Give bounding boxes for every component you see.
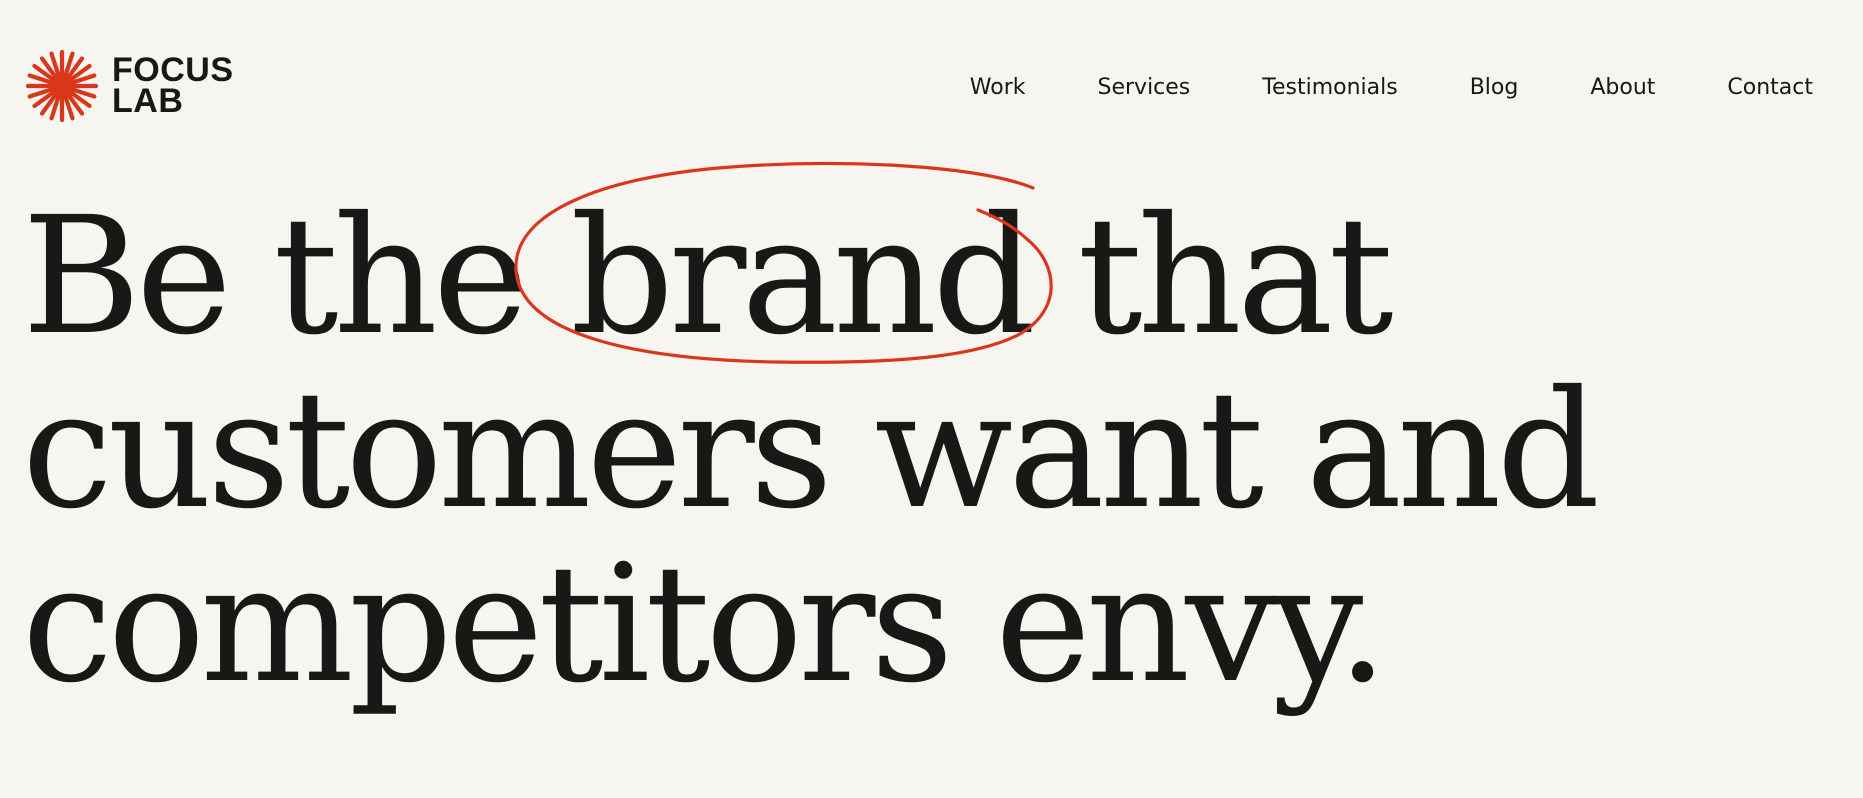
hero-line-1-end: that [1030,183,1393,371]
hero-line-2: customers want and [22,357,1600,545]
main-nav: Work Services Testimonials Blog About Co… [970,70,1813,106]
hero-line-1: Be the brand that [22,161,1595,364]
hero-headline: Be the brand that customers want and com… [22,161,1600,719]
highlighted-word-text: brand [570,183,1036,371]
logo-text-line2: LAB [112,82,184,120]
nav-item-services[interactable]: Services [1098,70,1191,106]
site-header: FOCUS LAB Work Services Testimonials Blo… [0,0,1863,150]
nav-item-blog[interactable]: Blog [1470,70,1519,106]
nav-item-work[interactable]: Work [970,70,1026,106]
logo-wordmark: FOCUS LAB [112,53,234,120]
sunburst-logo-icon [26,50,98,122]
nav-item-about[interactable]: About [1590,70,1655,106]
highlighted-word: brand [514,161,1053,364]
logo-link[interactable]: FOCUS LAB [26,50,234,122]
nav-item-contact[interactable]: Contact [1727,70,1813,106]
hero-line-3: competitors envy. [22,531,1388,719]
nav-item-testimonials[interactable]: Testimonials [1262,70,1397,106]
hero-line-1-start: Be the [22,183,571,371]
sunburst-center [53,77,71,95]
